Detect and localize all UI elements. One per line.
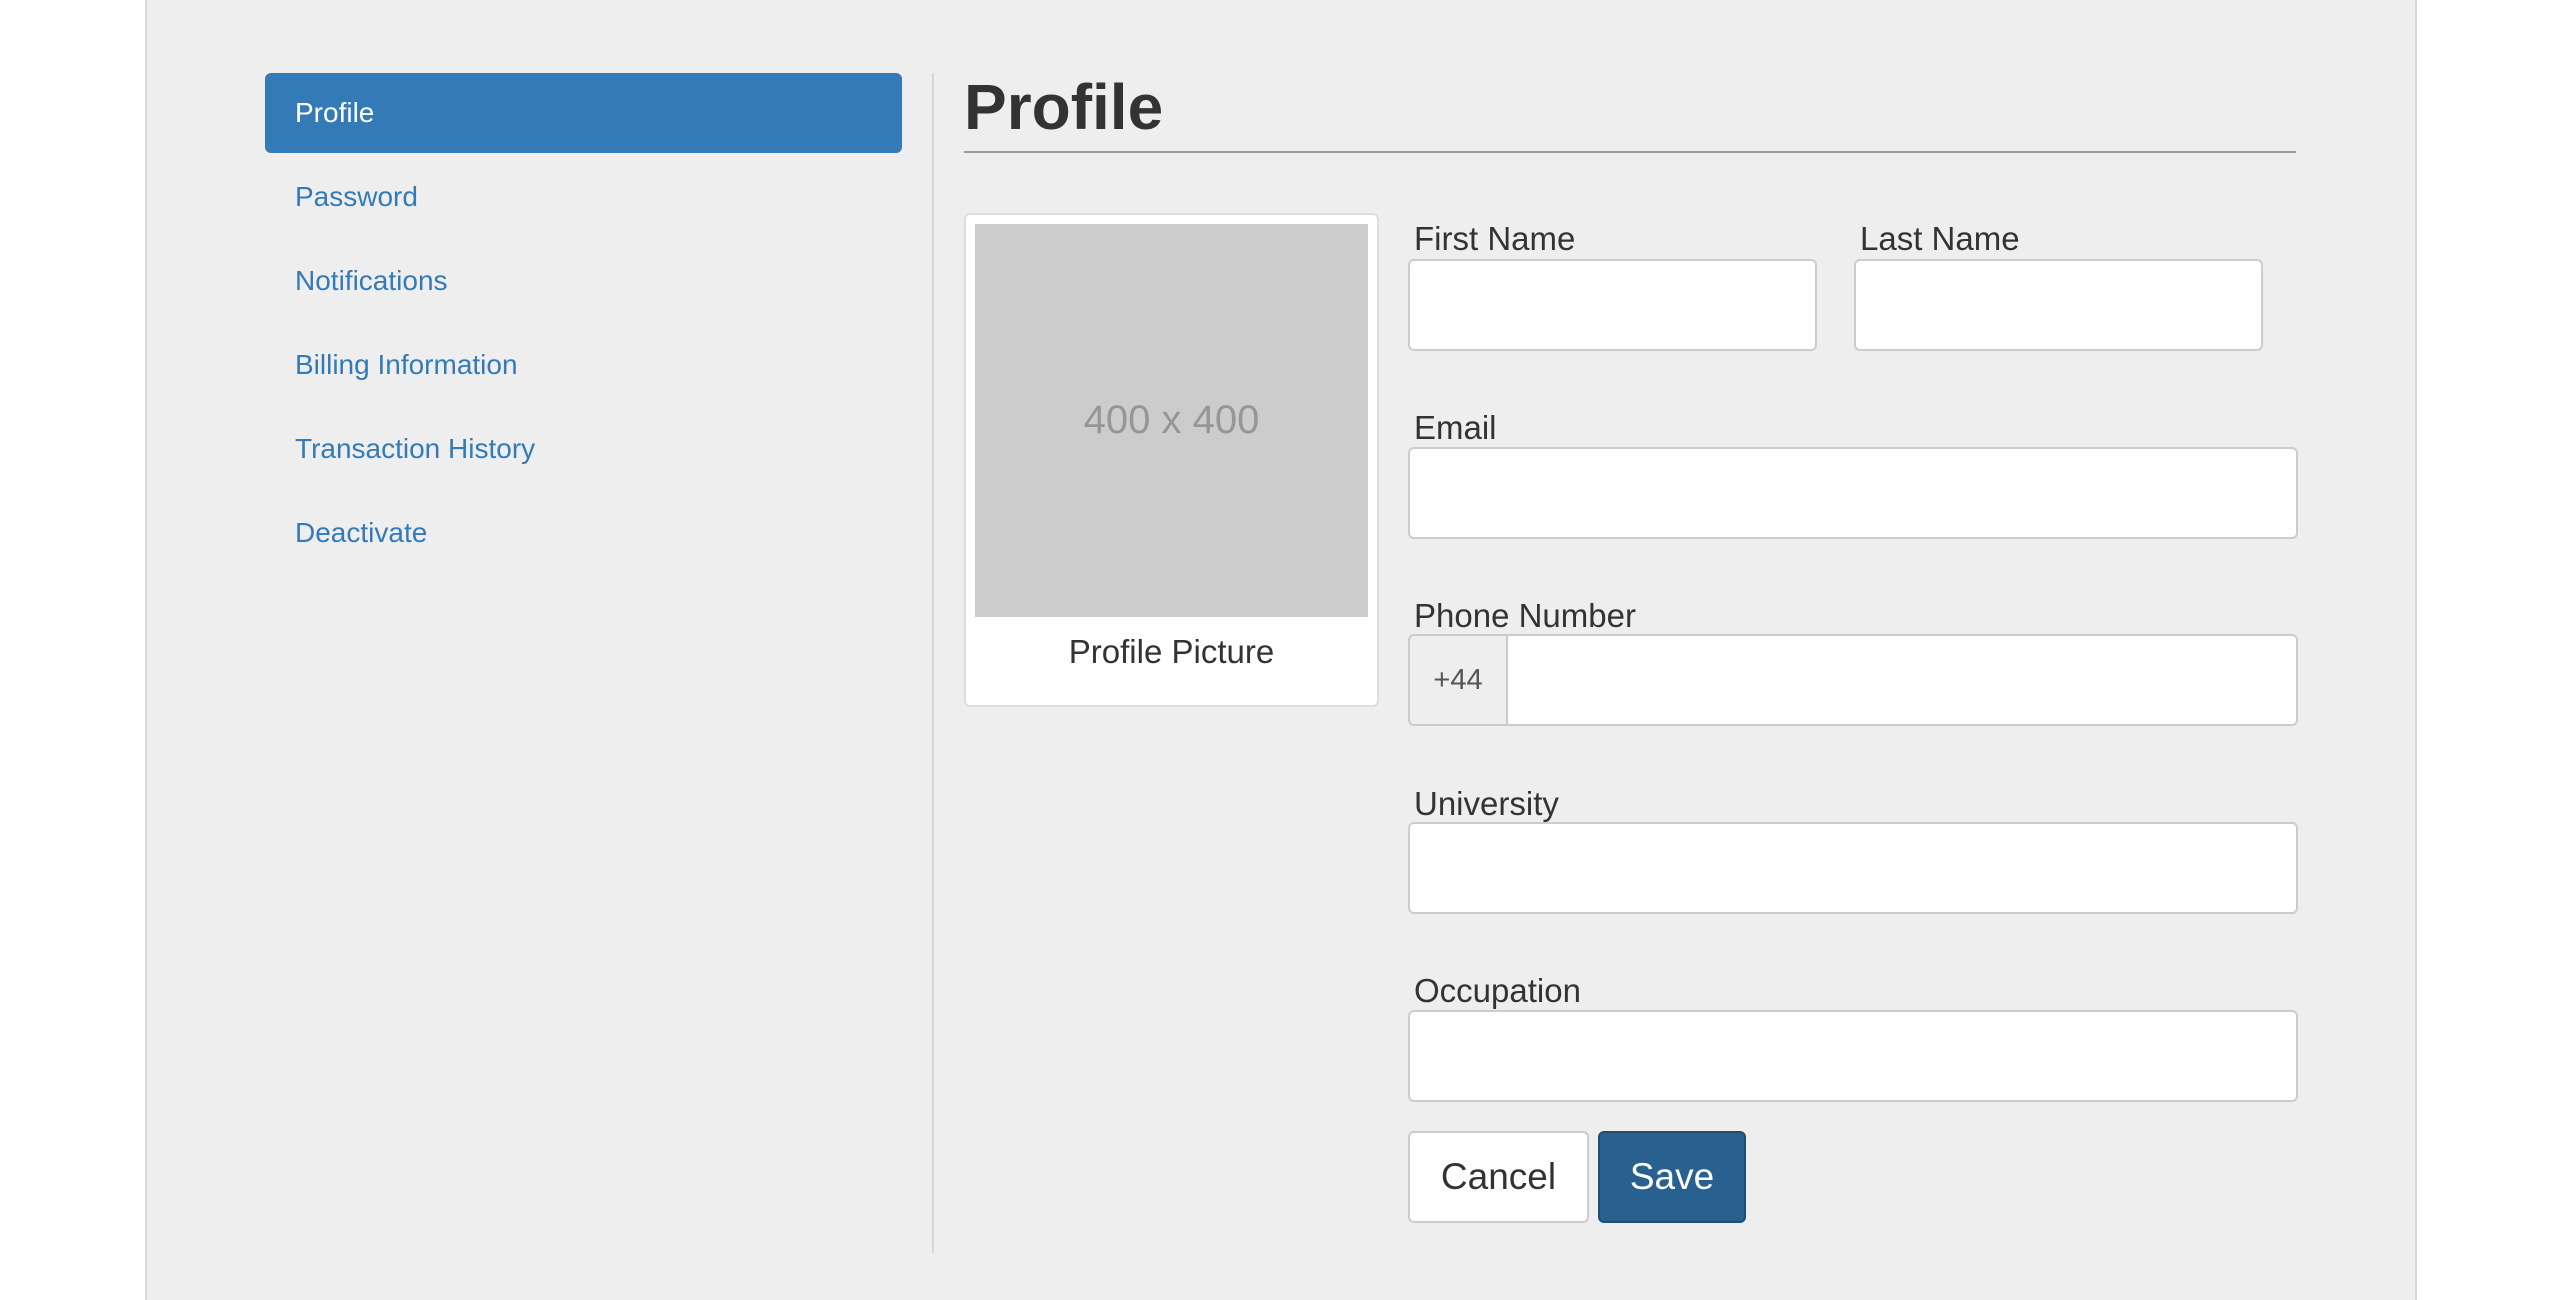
save-button[interactable]: Save <box>1598 1131 1746 1223</box>
profile-picture-placeholder-text: 400 x 400 <box>1083 398 1260 442</box>
settings-sidebar: Profile Password Notifications Billing I… <box>265 73 902 577</box>
last-name-label: Last Name <box>1860 220 2020 257</box>
phone-number-label: Phone Number <box>1414 597 1636 634</box>
page-title: Profile <box>964 71 1164 143</box>
sidebar-divider <box>932 73 934 1253</box>
cancel-button[interactable]: Cancel <box>1408 1131 1589 1223</box>
first-name-field[interactable] <box>1408 259 1817 351</box>
sidebar-item-profile[interactable]: Profile <box>265 73 902 153</box>
occupation-field[interactable] <box>1408 1010 2298 1102</box>
phone-number-field[interactable] <box>1506 634 2298 726</box>
occupation-label: Occupation <box>1414 972 1581 1009</box>
university-field[interactable] <box>1408 822 2298 914</box>
university-label: University <box>1414 785 1559 822</box>
title-divider <box>964 151 2296 153</box>
profile-picture-placeholder[interactable]: 400 x 400 <box>975 224 1368 617</box>
first-name-label: First Name <box>1414 220 1576 257</box>
phone-country-code: +44 <box>1408 634 1508 726</box>
profile-picture-caption: Profile Picture <box>1068 633 1275 670</box>
sidebar-item-deactivate[interactable]: Deactivate <box>265 493 902 573</box>
last-name-field[interactable] <box>1854 259 2263 351</box>
email-label: Email <box>1414 409 1497 446</box>
sidebar-item-password[interactable]: Password <box>265 157 902 237</box>
profile-picture-card: 400 x 400 Profile Picture <box>964 213 1379 707</box>
sidebar-item-transaction-history[interactable]: Transaction History <box>265 409 902 489</box>
sidebar-item-notifications[interactable]: Notifications <box>265 241 902 321</box>
sidebar-item-billing-information[interactable]: Billing Information <box>265 325 902 405</box>
email-field[interactable] <box>1408 447 2298 539</box>
